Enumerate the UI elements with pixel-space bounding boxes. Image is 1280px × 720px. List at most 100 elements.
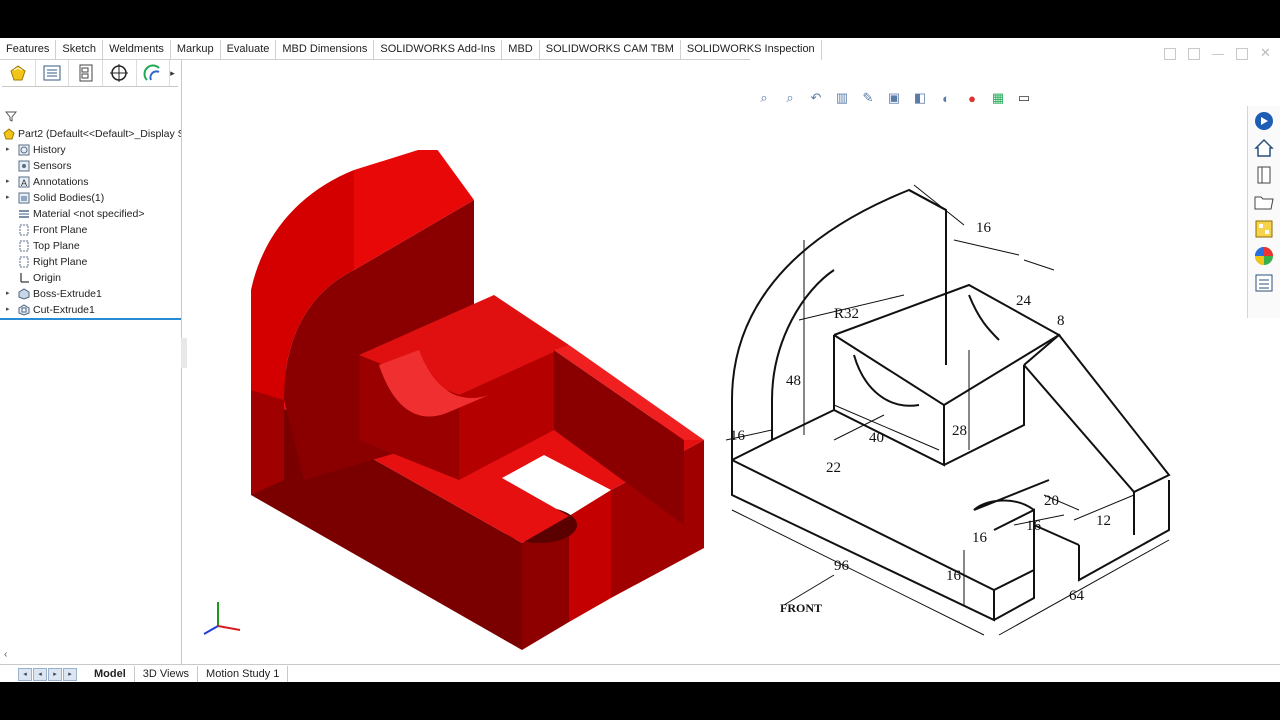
tree-item-solid-bodies[interactable]: ▸ Solid Bodies(1) (0, 190, 181, 206)
tree-item-material[interactable]: Material <not specified> (0, 206, 181, 222)
dim-16-left: 16 (730, 428, 746, 444)
solid-bodies-icon (18, 192, 30, 204)
last-tab-icon[interactable]: ▸ (63, 667, 77, 681)
tree-item-cut-extrude1[interactable]: ▸ Cut-Extrude1 (0, 302, 181, 320)
tab-solidworks-inspection[interactable]: SOLIDWORKS Inspection (681, 40, 822, 60)
expand-arrow-icon[interactable]: ▸ (6, 302, 10, 318)
expand-arrow-icon[interactable]: ▸ (6, 174, 10, 190)
zoom-to-fit-icon[interactable]: ⌕ (754, 89, 774, 107)
display-manager-icon (143, 64, 160, 81)
close-icon[interactable]: ✕ (1260, 46, 1272, 60)
3d-model[interactable] (244, 150, 714, 650)
restore-icon[interactable] (1236, 48, 1248, 60)
scroll-left-icon[interactable]: ‹ (4, 649, 7, 660)
dim-96: 96 (834, 558, 850, 574)
manager-tabs: ▸ (2, 60, 178, 87)
base-end-edge (993, 570, 1035, 621)
sensors-icon (18, 160, 30, 172)
home-icon[interactable] (1252, 136, 1276, 160)
tab-mbd[interactable]: MBD (502, 40, 540, 60)
tree-item-front-plane[interactable]: Front Plane (0, 222, 181, 238)
previous-view-icon[interactable]: ↶ (806, 89, 826, 107)
previous-tab-icon[interactable]: ◂ (33, 667, 47, 681)
view-palette-icon[interactable] (1252, 217, 1276, 241)
graphics-area[interactable]: ⌕ ⌕ ↶ ▥ ✎ ▣ ◧ ◐ ● ▦ ▭ 16 24 8 R32 48 16 … (184, 60, 1248, 664)
expand-arrow-icon[interactable]: ▸ (6, 286, 10, 302)
edit-appearance-icon[interactable]: ● (962, 89, 982, 107)
property-manager-icon (43, 65, 61, 81)
dim-24: 24 (1016, 293, 1032, 309)
expand-arrow-icon[interactable]: ▸ (6, 190, 10, 206)
tree-item-top-plane[interactable]: Top Plane (0, 238, 181, 254)
heads-up-view-toolbar: ⌕ ⌕ ↶ ▥ ✎ ▣ ◧ ◐ ● ▦ ▭ (754, 88, 1034, 108)
next-tab-icon[interactable]: ▸ (48, 667, 62, 681)
dimxpert-manager-tab[interactable] (103, 60, 137, 86)
tree-item-boss-extrude1[interactable]: ▸ Boss-Extrude1 (0, 286, 181, 302)
plane-icon (19, 240, 29, 252)
front-label: FRONT (780, 601, 822, 615)
tab-weldments[interactable]: Weldments (103, 40, 171, 60)
hide-show-items-icon[interactable]: ◐ (936, 89, 956, 107)
dynamic-annotation-icon[interactable]: ✎ (858, 89, 878, 107)
dim-16-top: 16 (976, 220, 992, 236)
feature-tree: Part2 (Default<<Default>_Display S ▸ His… (0, 126, 181, 320)
plane-icon (19, 224, 29, 236)
configuration-manager-tab[interactable] (69, 60, 103, 86)
cut-extrude-icon (18, 304, 30, 316)
dim-64: 64 (1069, 588, 1085, 604)
tab-markup[interactable]: Markup (171, 40, 221, 60)
filter-icon[interactable] (5, 110, 17, 122)
tab-evaluate[interactable]: Evaluate (221, 40, 277, 60)
new-window-icon[interactable] (1188, 48, 1200, 60)
tree-item-right-plane[interactable]: Right Plane (0, 254, 181, 270)
tree-item-sensors[interactable]: Sensors (0, 158, 181, 174)
zoom-to-area-icon[interactable]: ⌕ (780, 89, 800, 107)
view-orientation-icon[interactable]: ▣ (884, 89, 904, 107)
tab-motion-study-1[interactable]: Motion Study 1 (198, 665, 289, 682)
display-manager-tab[interactable] (137, 60, 171, 86)
apply-scene-icon[interactable]: ▦ (988, 89, 1008, 107)
view-settings-icon[interactable]: ▭ (1014, 89, 1034, 107)
tree-item-origin[interactable]: Origin (0, 270, 181, 286)
feature-manager-panel: ▸ Part2 (Default<<Default>_Display S ▸ H… (0, 60, 182, 664)
block-groove-arc (853, 354, 920, 407)
tab-model[interactable]: Model (86, 665, 135, 682)
tab-navigation: ◂ ◂ ▸ ▸ (18, 667, 78, 681)
boss-extrude-icon (18, 288, 30, 300)
tab-features[interactable]: Features (0, 40, 57, 60)
section-view-icon[interactable]: ▥ (832, 89, 852, 107)
tab-sketch[interactable]: Sketch (56, 40, 104, 60)
display-style-icon[interactable]: ◧ (910, 89, 930, 107)
tab-3d-views[interactable]: 3D Views (135, 665, 199, 682)
dim-22: 22 (826, 460, 841, 476)
tabs-scroll-right-icon[interactable]: ▸ (170, 60, 178, 86)
material-icon (19, 210, 29, 218)
first-tab-icon[interactable]: ◂ (18, 667, 32, 681)
back-wall-outline (731, 188, 947, 460)
tab-solidworks-addins[interactable]: SOLIDWORKS Add-Ins (374, 40, 503, 60)
tab-solidworks-cam-tbm[interactable]: SOLIDWORKS CAM TBM (540, 40, 681, 60)
tree-item-history[interactable]: ▸ History (0, 142, 181, 158)
design-library-icon[interactable] (1252, 163, 1276, 187)
tile-icon[interactable] (1164, 48, 1176, 60)
tree-root-part[interactable]: Part2 (Default<<Default>_Display S (0, 126, 181, 142)
plane-icon (19, 256, 29, 268)
tree-root-label: Part2 (Default<<Default>_Display S (18, 128, 181, 140)
appearances-icon[interactable] (1252, 244, 1276, 268)
x-axis-icon (217, 625, 241, 631)
custom-properties-icon[interactable] (1252, 271, 1276, 295)
dim-16-vert: 16 (946, 568, 962, 584)
base-outline (731, 459, 1035, 592)
feature-manager-tab[interactable] (2, 60, 36, 86)
rib-outline (1023, 333, 1171, 494)
property-manager-tab[interactable] (36, 60, 70, 86)
tab-mbd-dimensions[interactable]: MBD Dimensions (276, 40, 375, 60)
tree-item-annotations[interactable]: ▸ A Annotations (0, 174, 181, 190)
minimize-icon[interactable] (1212, 48, 1224, 55)
solidworks-resources-icon[interactable] (1252, 109, 1276, 133)
file-explorer-icon[interactable] (1252, 190, 1276, 214)
part-icon (3, 128, 15, 140)
dim-48: 48 (786, 373, 801, 389)
expand-arrow-icon[interactable]: ▸ (6, 142, 10, 158)
floor-line (771, 409, 835, 441)
